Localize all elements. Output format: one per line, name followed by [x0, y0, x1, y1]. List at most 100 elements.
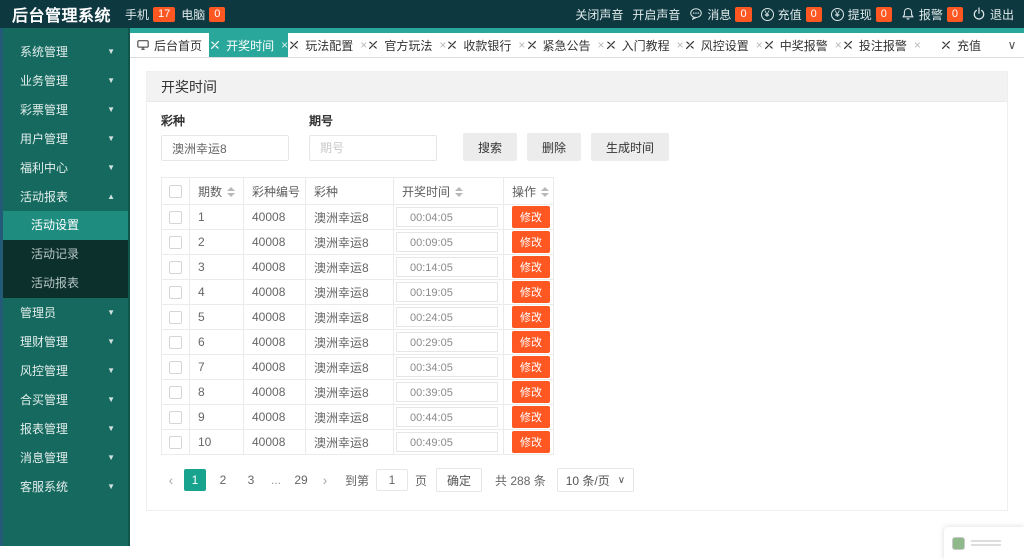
- sidebar-item-理财管理[interactable]: 理财管理 ▼: [0, 327, 128, 356]
- draw-time-input[interactable]: 00:24:05: [396, 307, 498, 327]
- page-2[interactable]: 2: [212, 469, 234, 491]
- close-icon[interactable]: ×: [360, 38, 367, 52]
- sidebar-item-业务管理[interactable]: 业务管理 ▼: [0, 66, 128, 95]
- edit-button[interactable]: 修改: [512, 281, 550, 303]
- alarm-button[interactable]: 报警 0: [901, 6, 963, 23]
- search-button[interactable]: 搜索: [463, 133, 518, 161]
- monitor-icon: [137, 40, 149, 50]
- tab-投注报警[interactable]: 投注报警 ×: [842, 33, 921, 57]
- page-3[interactable]: 3: [240, 469, 262, 491]
- sound-on-button[interactable]: 开启声音: [632, 6, 680, 23]
- submenu-item-活动设置[interactable]: 活动设置: [0, 211, 128, 240]
- close-icon[interactable]: ×: [835, 38, 842, 52]
- close-icon[interactable]: ×: [439, 38, 446, 52]
- sound-off-button[interactable]: 关闭声音: [575, 6, 623, 23]
- page-29[interactable]: 29: [290, 469, 312, 491]
- tab-风控设置[interactable]: 风控设置 ×: [684, 33, 763, 57]
- sidebar-item-福利中心[interactable]: 福利中心 ▼: [0, 153, 128, 182]
- draw-time-input[interactable]: 00:34:05: [396, 357, 498, 377]
- chevron-down-icon: ▼: [107, 424, 115, 433]
- lottery-input[interactable]: [161, 135, 289, 161]
- edit-button[interactable]: 修改: [512, 406, 550, 428]
- logout-button[interactable]: 退出: [972, 6, 1014, 23]
- edit-button[interactable]: 修改: [512, 431, 550, 453]
- sidebar-item-管理员[interactable]: 管理员 ▼: [0, 298, 128, 327]
- tab-收款银行[interactable]: 收款银行 ×: [446, 33, 525, 57]
- edit-button[interactable]: 修改: [512, 356, 550, 378]
- draw-time-input[interactable]: 00:44:05: [396, 407, 498, 427]
- sidebar-item-用户管理[interactable]: 用户管理 ▼: [0, 124, 128, 153]
- draw-time-input[interactable]: 00:14:05: [396, 257, 498, 277]
- close-icon[interactable]: ×: [677, 38, 684, 52]
- service-widget[interactable]: [944, 527, 1024, 559]
- submenu-item-活动记录[interactable]: 活动记录: [0, 240, 128, 269]
- edit-button[interactable]: 修改: [512, 206, 550, 228]
- draw-time-input[interactable]: 00:39:05: [396, 382, 498, 402]
- page-size-select[interactable]: 10 条/页 ∨: [556, 468, 635, 492]
- page-1[interactable]: 1: [184, 469, 206, 491]
- draw-time-input[interactable]: 00:19:05: [396, 282, 498, 302]
- row-checkbox[interactable]: [169, 286, 182, 300]
- sidebar-item-客服系统[interactable]: 客服系统 ▼: [0, 472, 128, 501]
- delete-button[interactable]: 删除: [527, 133, 582, 161]
- generate-time-button[interactable]: 生成时间: [591, 133, 670, 161]
- row-checkbox[interactable]: [169, 236, 182, 250]
- sound-on-label: 开启声音: [632, 7, 681, 22]
- edit-button[interactable]: 修改: [512, 381, 550, 403]
- close-icon[interactable]: ×: [756, 38, 763, 52]
- submenu-item-活动报表[interactable]: 活动报表: [0, 269, 128, 298]
- sidebar-menu: 系统管理 ▼ 业务管理 ▼ 彩票管理 ▼ 用户管理 ▼ 福利中心 ▼ 活动报表 ▲ 活动设置 活动记录 活动…: [0, 28, 128, 501]
- edit-button[interactable]: 修改: [512, 231, 550, 253]
- row-checkbox[interactable]: [169, 261, 182, 275]
- sort-icon[interactable]: [227, 187, 236, 198]
- tab-玩法配置[interactable]: 玩法配置 ×: [288, 33, 367, 57]
- row-checkbox[interactable]: [169, 436, 182, 450]
- select-all-checkbox[interactable]: [169, 185, 182, 199]
- recharge-button[interactable]: ¥ 充值 0: [760, 6, 822, 23]
- tab-紧急公告[interactable]: 紧急公告 ×: [525, 33, 605, 57]
- tab-overflow-button[interactable]: ∨: [1000, 33, 1024, 57]
- tab-充值[interactable]: 充值: [921, 33, 1000, 57]
- sidebar-item-消息管理[interactable]: 消息管理 ▼: [0, 443, 128, 472]
- close-icon[interactable]: ×: [518, 38, 525, 52]
- sidebar-item-风控管理[interactable]: 风控管理 ▼: [0, 356, 128, 385]
- row-checkbox[interactable]: [169, 311, 182, 325]
- row-checkbox[interactable]: [169, 411, 182, 425]
- tool-icon: [290, 40, 299, 50]
- draw-time-input[interactable]: 00:09:05: [396, 232, 498, 252]
- row-checkbox[interactable]: [169, 386, 182, 400]
- edit-button[interactable]: 修改: [512, 331, 550, 353]
- cell-action: 修改: [503, 354, 554, 380]
- sidebar-item-活动报表[interactable]: 活动报表 ▲: [0, 182, 128, 211]
- next-page-icon[interactable]: ›: [315, 472, 335, 488]
- draw-time-input[interactable]: 00:29:05: [396, 332, 498, 352]
- tab-home[interactable]: 后台首页: [130, 33, 209, 57]
- draw-time-input[interactable]: 00:04:05: [396, 207, 498, 227]
- goto-page-input[interactable]: [376, 469, 409, 491]
- goto-confirm-button[interactable]: 确定: [436, 468, 483, 492]
- cell-draw-time: 00:09:05: [393, 229, 504, 255]
- tab-官方玩法[interactable]: 官方玩法 ×: [367, 33, 446, 57]
- sidebar-item-报表管理[interactable]: 报表管理 ▼: [0, 414, 128, 443]
- draw-time-input[interactable]: 00:49:05: [396, 432, 498, 452]
- sidebar-item-彩票管理[interactable]: 彩票管理 ▼: [0, 95, 128, 124]
- row-checkbox[interactable]: [169, 211, 182, 225]
- row-checkbox[interactable]: [169, 336, 182, 350]
- edit-button[interactable]: 修改: [512, 306, 550, 328]
- close-icon[interactable]: ×: [281, 38, 288, 52]
- withdraw-button[interactable]: ¥ 提现 0: [830, 6, 892, 23]
- tab-开奖时间[interactable]: 开奖时间 ×: [209, 33, 289, 57]
- messages-button[interactable]: 消息 0: [689, 6, 752, 23]
- sort-icon[interactable]: [541, 187, 550, 198]
- issue-input[interactable]: [309, 135, 437, 161]
- sidebar-item-系统管理[interactable]: 系统管理 ▼: [0, 37, 128, 66]
- row-checkbox[interactable]: [169, 361, 182, 375]
- edit-button[interactable]: 修改: [512, 256, 550, 278]
- close-icon[interactable]: ×: [914, 38, 921, 52]
- tab-入门教程[interactable]: 入门教程 ×: [605, 33, 684, 57]
- close-icon[interactable]: ×: [598, 38, 605, 52]
- sidebar-item-合买管理[interactable]: 合买管理 ▼: [0, 385, 128, 414]
- sort-icon[interactable]: [455, 187, 464, 198]
- prev-page-icon[interactable]: ‹: [161, 472, 181, 488]
- tab-中奖报警[interactable]: 中奖报警 ×: [763, 33, 842, 57]
